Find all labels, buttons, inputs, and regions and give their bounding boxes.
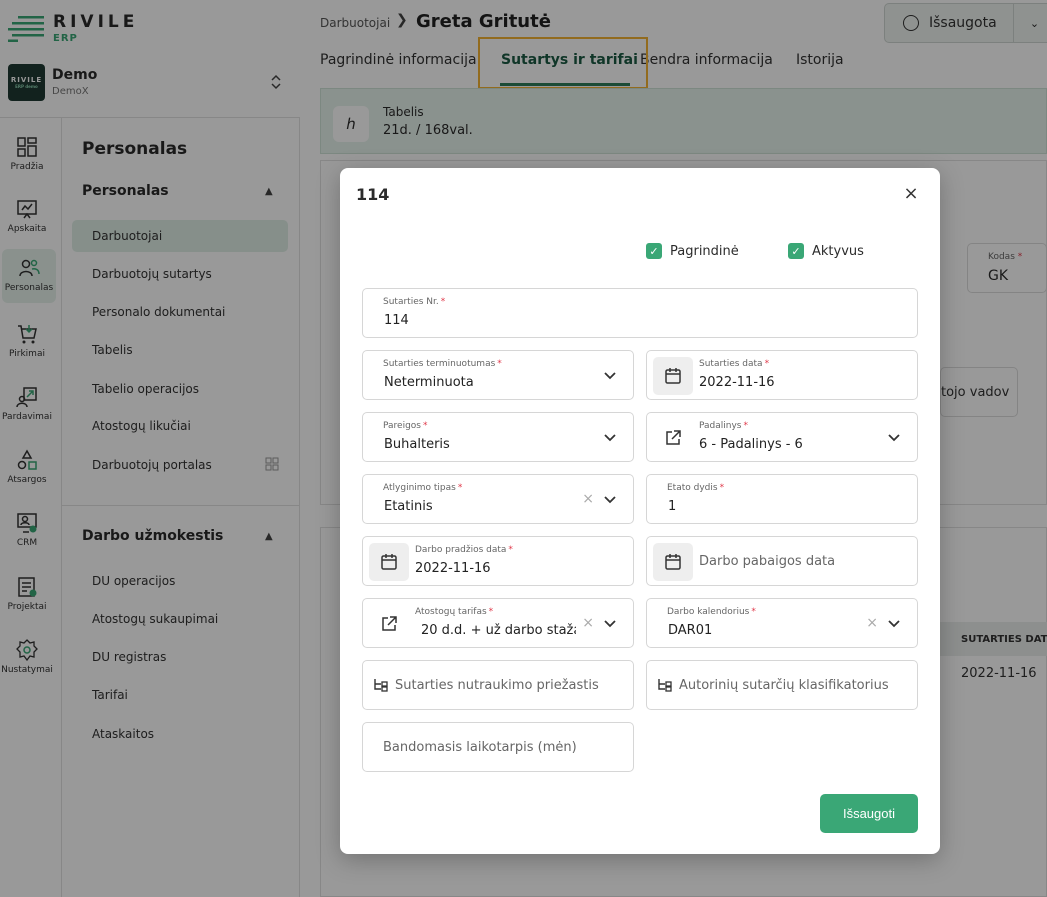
modal-title: 114 [356,185,390,204]
clear-icon[interactable]: × [866,615,878,631]
chevron-down-icon[interactable] [603,492,617,506]
contract-modal: 114 × ✓ Pagrindinė ✓ Aktyvus Sutarties N… [340,168,940,854]
author-contract-classifier-field[interactable]: Autorinių sutarčių klasifikatorius [646,660,918,710]
department-select[interactable]: Padalinys * 6 - Padalinys - 6 [646,412,918,462]
field-placeholder: Bandomasis laikotarpis (mėn) [383,740,577,755]
chevron-down-icon[interactable] [887,616,901,630]
clear-icon[interactable]: × [582,615,594,631]
chevron-down-icon[interactable] [603,430,617,444]
chevron-down-icon[interactable] [887,430,901,444]
pay-type-select[interactable]: Atlyginimo tipas * Etatinis × [362,474,634,524]
field-placeholder: Autorinių sutarčių klasifikatorius [679,678,889,693]
field-label: Atostogų tarifas * [415,607,494,617]
workload-field[interactable]: Etato dydis * 1 [646,474,918,524]
field-value: DAR01 [668,623,713,638]
checkbox-aktyvus[interactable]: ✓ Aktyvus [788,243,864,259]
checkbox-label: Pagrindinė [670,243,739,259]
field-label: Darbo pradžios data * [415,545,513,555]
calendar-button[interactable] [653,357,693,395]
field-value: 2022-11-16 [699,375,775,390]
end-date-field[interactable]: Darbo pabaigos data [646,536,918,586]
vacation-tariff-select[interactable]: Atostogų tarifas * 20 d.d. + už darbo sta… [362,598,634,648]
field-value: 114 [384,313,409,328]
field-value: 2022-11-16 [415,561,491,576]
calendar-icon [665,368,681,384]
calendar-button[interactable] [653,543,693,581]
field-value: Neterminuota [384,375,474,390]
field-value: 20 d.d. + už darbo stažą [421,623,576,638]
field-label: Padalinys * [699,421,748,431]
termination-reason-field[interactable]: Sutarties nutraukimo priežastis [362,660,634,710]
field-placeholder: Darbo pabaigos data [699,554,836,569]
calendar-icon [665,554,681,570]
external-link-icon [382,616,397,631]
field-label: Sutarties Nr. * [383,297,446,307]
calendar-button[interactable] [369,543,409,581]
field-label: Pareigos * [383,421,428,431]
contract-term-select[interactable]: Sutarties terminuotumas * Neterminuota [362,350,634,400]
field-value: Etatinis [384,499,433,514]
calendar-icon [381,554,397,570]
open-link-button[interactable] [653,419,693,457]
chevron-down-icon[interactable] [603,368,617,382]
save-button[interactable]: Išsaugoti [820,794,918,833]
field-label: Sutarties terminuotumas * [383,359,502,369]
contract-date-field[interactable]: Sutarties data * 2022-11-16 [646,350,918,400]
checkbox-label: Aktyvus [812,243,864,259]
field-value: 1 [668,499,677,514]
external-link-icon [666,430,681,445]
field-label: Sutarties data * [699,359,770,369]
trial-period-field[interactable]: Bandomasis laikotarpis (mėn) [362,722,634,772]
work-calendar-select[interactable]: Darbo kalendorius * DAR01 × [646,598,918,648]
close-icon[interactable]: × [903,185,919,203]
field-label: Atlyginimo tipas * [383,483,463,493]
check-icon: ✓ [788,243,804,259]
chevron-down-icon[interactable] [603,616,617,630]
field-label: Darbo kalendorius * [667,607,756,617]
position-select[interactable]: Pareigos * Buhalteris [362,412,634,462]
open-link-button[interactable] [369,605,409,643]
contract-number-field[interactable]: Sutarties Nr. * 114 [362,288,918,338]
checkbox-pagrindine[interactable]: ✓ Pagrindinė [646,243,739,259]
field-value: Buhalteris [384,437,450,452]
clear-icon[interactable]: × [582,491,594,507]
tree-list-icon [374,679,388,692]
tree-list-icon [658,679,672,692]
field-placeholder: Sutarties nutraukimo priežastis [395,678,599,693]
check-icon: ✓ [646,243,662,259]
start-date-field[interactable]: Darbo pradžios data * 2022-11-16 [362,536,634,586]
field-label: Etato dydis * [667,483,725,493]
field-value: 6 - Padalinys - 6 [699,437,803,452]
